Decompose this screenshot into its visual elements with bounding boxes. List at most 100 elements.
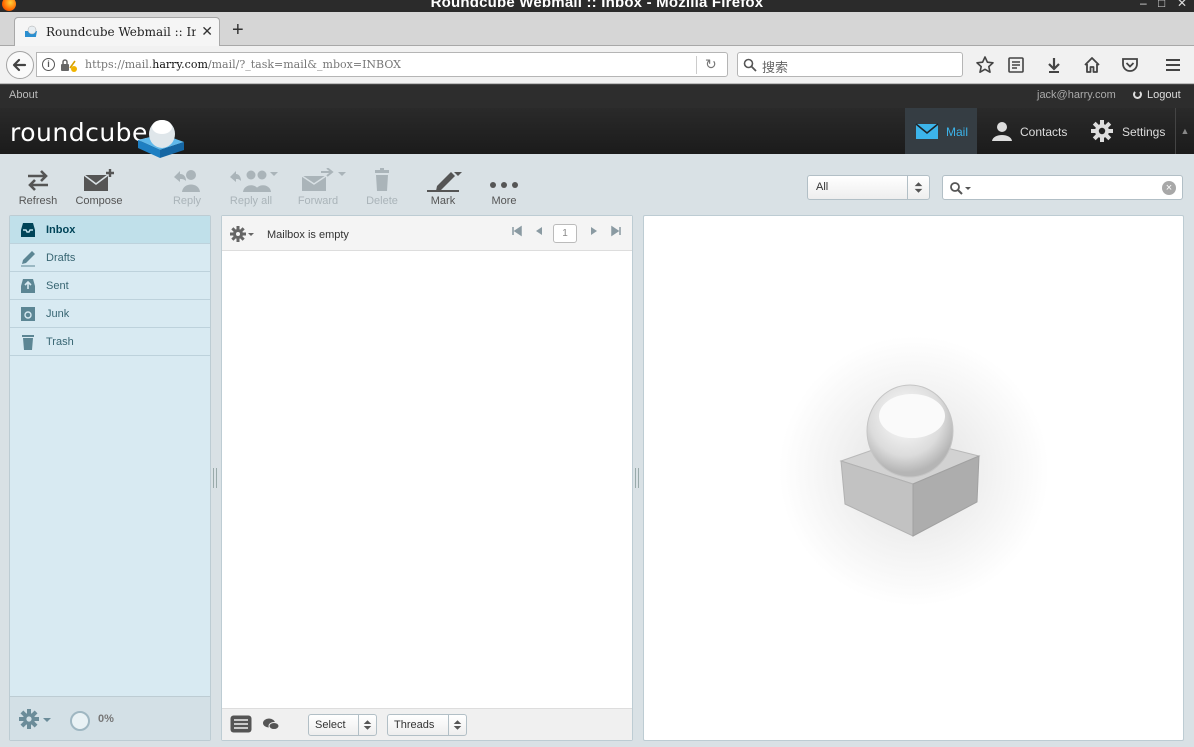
roundcube-logo-text: roundcube: [10, 118, 148, 147]
username-label: jack@harry.com: [1037, 89, 1116, 101]
folder-actions-gear-icon[interactable]: [19, 709, 53, 729]
nav-mail-label: Mail: [946, 125, 969, 139]
downloads-icon[interactable]: [1044, 55, 1064, 75]
menu-hamburger-icon[interactable]: [1163, 55, 1183, 75]
folder-trash-label: Trash: [46, 336, 74, 348]
back-button[interactable]: [6, 51, 34, 79]
about-link[interactable]: About: [9, 89, 38, 101]
logout-link[interactable]: Logout: [1133, 89, 1181, 101]
url-text[interactable]: https://mail.harry.com/mail/?_task=mail&…: [85, 58, 401, 71]
folder-junk-label: Junk: [46, 308, 70, 320]
minimize-button[interactable]: ‒: [1140, 0, 1147, 10]
more-button[interactable]: More: [474, 168, 534, 207]
nav-mail[interactable]: Mail: [905, 108, 977, 154]
folder-junk[interactable]: Junk: [10, 300, 210, 328]
refresh-arrows-icon: [28, 170, 48, 191]
folder-inbox-label: Inbox: [46, 224, 76, 236]
browser-search-bar[interactable]: 搜索: [737, 52, 963, 77]
threads-menu-label: Threads: [394, 719, 435, 731]
tab-title: Roundcube Webmail :: In···: [46, 25, 196, 39]
folder-splitter[interactable]: [213, 468, 217, 488]
quick-search-input[interactable]: ×: [942, 175, 1183, 200]
threads-view-icon[interactable]: [262, 716, 280, 732]
trash-can-icon: [375, 168, 389, 191]
list-options-gear-icon[interactable]: [230, 226, 256, 242]
reply-all-icon: [230, 170, 271, 192]
next-page-icon[interactable]: [588, 225, 600, 237]
refresh-button[interactable]: Refresh: [8, 168, 68, 207]
quota-label: 0%: [98, 713, 114, 725]
reply-all-dropdown-arrow-icon[interactable]: [270, 172, 278, 176]
roundcube-topline: About jack@harry.com Logout: [0, 84, 1194, 108]
folder-trash[interactable]: Trash: [10, 328, 210, 356]
sent-icon: [21, 279, 35, 293]
compose-button[interactable]: Compose: [69, 168, 129, 207]
url-separator: [696, 56, 697, 74]
bookmark-star-icon[interactable]: [975, 55, 995, 75]
maximize-button[interactable]: □: [1158, 0, 1165, 10]
folder-sent[interactable]: Sent: [10, 272, 210, 300]
pencil-icon: [21, 251, 35, 267]
window-title: Roundcube Webmail :: Inbox - Mozilla Fir…: [430, 0, 764, 11]
inbox-icon: [21, 223, 35, 237]
nav-settings[interactable]: Settings: [1082, 108, 1172, 154]
contacts-person-icon: [992, 122, 1012, 141]
compose-envelope-plus-icon: [83, 169, 114, 191]
reload-icon[interactable]: ↻: [705, 56, 717, 73]
folder-list: Inbox Drafts Sent Junk Trash 0%: [9, 215, 211, 741]
search-reset-icon[interactable]: ×: [1162, 181, 1176, 195]
nav-contacts-label: Contacts: [1020, 125, 1068, 139]
select-menu[interactable]: Select: [308, 714, 377, 736]
search-placeholder: 搜索: [762, 60, 789, 75]
browser-tab[interactable]: Roundcube Webmail :: In··· ✕: [14, 17, 220, 46]
folder-sent-label: Sent: [46, 280, 69, 292]
close-window-button[interactable]: ✕: [1177, 0, 1187, 10]
reading-list-icon[interactable]: [1006, 55, 1026, 75]
app-header: roundcube Mail Contacts Settings ▲: [0, 108, 1194, 158]
more-dots-icon: [490, 182, 518, 188]
site-info-icon[interactable]: i: [42, 58, 55, 71]
list-view-icon[interactable]: [230, 715, 252, 733]
reply-icon: [174, 170, 200, 192]
forward-label: Forward: [297, 195, 339, 207]
page-number-input[interactable]: 1: [553, 224, 577, 243]
mark-label: Mark: [430, 195, 456, 207]
folder-drafts[interactable]: Drafts: [10, 244, 210, 272]
folder-inbox[interactable]: Inbox: [10, 216, 210, 244]
header-collapse-button[interactable]: ▲: [1175, 108, 1194, 154]
mail-envelope-icon: [915, 123, 939, 139]
forward-icon: [301, 168, 334, 191]
search-filter-value: All: [816, 181, 829, 193]
preview-splitter[interactable]: [635, 468, 639, 488]
compose-label: Compose: [75, 195, 123, 207]
back-arrow-icon: [12, 58, 27, 72]
new-tab-button[interactable]: +: [232, 20, 244, 40]
nav-contacts[interactable]: Contacts: [982, 108, 1074, 154]
threads-menu[interactable]: Threads: [387, 714, 467, 736]
tab-close-icon[interactable]: ✕: [201, 23, 213, 40]
url-bar[interactable]: i https://mail.harry.com/mail/?_task=mai…: [36, 52, 728, 77]
mark-dropdown-arrow-icon[interactable]: [454, 172, 462, 176]
forward-dropdown-arrow-icon[interactable]: [338, 172, 346, 176]
mark-button[interactable]: Mark: [413, 168, 473, 207]
roundcube-favicon-icon: [25, 25, 37, 37]
previous-page-icon[interactable]: [533, 225, 545, 237]
search-icon: [743, 58, 757, 72]
home-icon[interactable]: [1082, 55, 1102, 75]
roundcube-watermark-icon: [779, 336, 1049, 606]
reply-all-label: Reply all: [229, 195, 273, 207]
search-filter-select[interactable]: All: [807, 175, 930, 200]
first-page-icon[interactable]: [511, 225, 523, 237]
delete-button[interactable]: Delete: [352, 168, 412, 207]
last-page-icon[interactable]: [610, 225, 622, 237]
quota-pie-icon: [70, 711, 90, 731]
search-options-icon[interactable]: [949, 181, 973, 195]
insecure-lock-icon[interactable]: [60, 58, 78, 72]
folder-drafts-label: Drafts: [46, 252, 76, 264]
refresh-label: Refresh: [18, 195, 58, 207]
message-list-header: Mailbox is empty 1: [222, 216, 632, 251]
reply-button[interactable]: Reply: [157, 168, 217, 207]
settings-gear-icon: [1091, 120, 1113, 142]
pocket-icon[interactable]: [1120, 55, 1140, 75]
roundcube-logo-icon: [138, 120, 184, 158]
